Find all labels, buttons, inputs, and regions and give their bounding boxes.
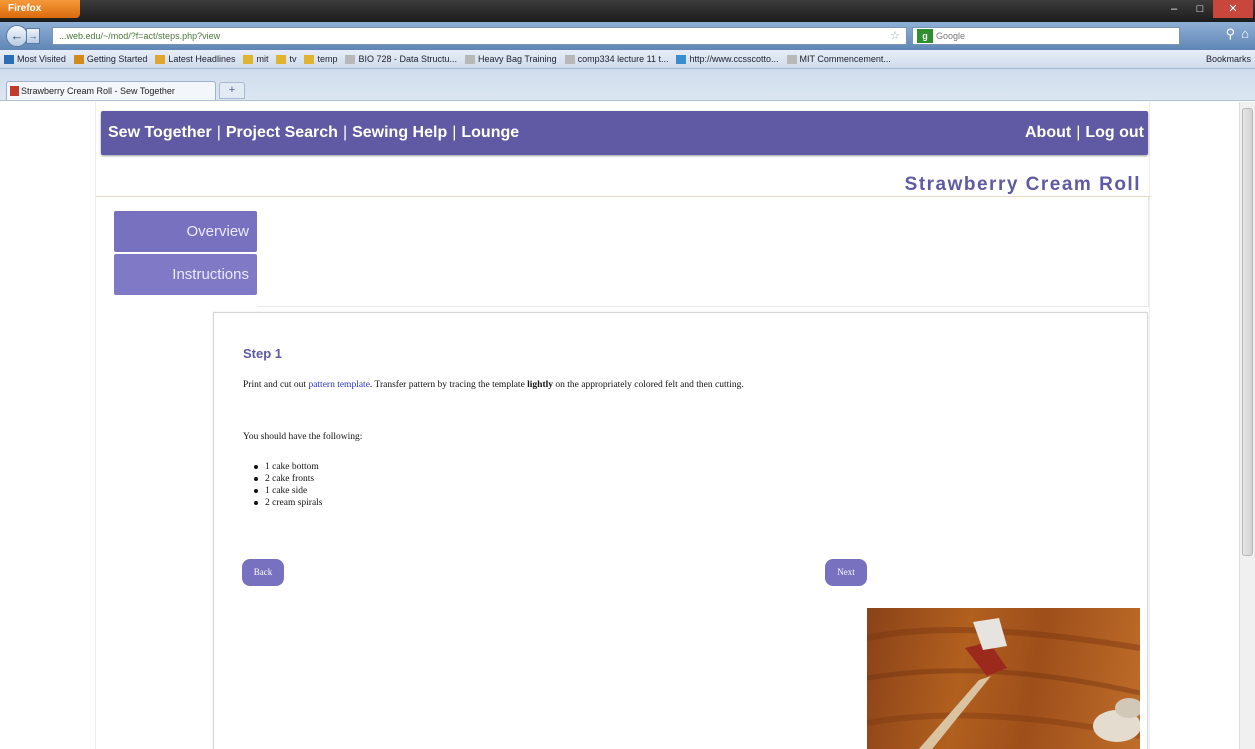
favicon-icon [10, 86, 19, 96]
bookmark-folder-icon [243, 54, 254, 64]
tab-instructions[interactable]: Instructions [114, 254, 257, 295]
side-tabs: Overview Instructions [114, 211, 257, 297]
list-item: 2 cream spirals [252, 497, 323, 509]
window-controls: – □ ✕ [1161, 0, 1253, 18]
list-item: 2 cake fronts [252, 473, 323, 485]
nav-about[interactable]: About [1025, 124, 1071, 141]
bookmark-item[interactable]: Heavy Bag Training [465, 54, 557, 64]
page-scrollbar[interactable] [1239, 102, 1255, 749]
bookmark-folder-icon [155, 54, 166, 64]
close-window-icon[interactable]: ✕ [1213, 0, 1253, 18]
step-instruction-text: Print and cut out pattern template. Tran… [243, 380, 744, 390]
step-photo [867, 608, 1140, 749]
tab-overview[interactable]: Overview [114, 211, 257, 252]
nav-project-search[interactable]: Project Search [226, 124, 338, 141]
bookmark-star-icon[interactable]: ☆ [890, 28, 900, 44]
bookmark-folder-icon [276, 54, 287, 64]
bookmark-item[interactable]: mit [243, 54, 268, 64]
bookmark-folder-icon [304, 54, 315, 64]
url-bar[interactable]: ...web.edu/~/mod/?f=act/steps.php?view ☆ [52, 27, 907, 45]
instructions-panel: Step 1 Print and cut out pattern templat… [213, 312, 1148, 749]
home-icon[interactable]: ⌂ [1241, 26, 1249, 42]
bookmark-folder-icon [4, 54, 14, 64]
bookmark-folder-icon [73, 54, 84, 64]
bookmark-item[interactable]: Latest Headlines [155, 54, 235, 64]
bookmark-folder-icon [786, 54, 797, 64]
firefox-menu-button[interactable]: Firefox [0, 0, 80, 18]
bookmark-folder-icon [564, 54, 575, 64]
list-item: 1 cake side [252, 485, 323, 497]
google-icon: g [917, 29, 933, 43]
bookmark-folder-icon [345, 54, 356, 64]
maximize-icon[interactable]: □ [1187, 0, 1213, 18]
minimize-icon[interactable]: – [1161, 0, 1187, 18]
bookmark-item[interactable]: http://www.ccsscotto... [676, 54, 779, 64]
tab-strip: Strawberry Cream Roll - Sew Together + [0, 69, 1255, 101]
new-tab-button[interactable]: + [219, 82, 245, 99]
back-button[interactable]: Back [242, 559, 284, 586]
nav-sewing-help[interactable]: Sewing Help [352, 124, 447, 141]
bookmarks-menu[interactable]: Bookmarks [1206, 54, 1251, 64]
magnifier-icon[interactable]: ⚲ [1226, 26, 1236, 42]
materials-list: 1 cake bottom 2 cake fronts 1 cake side … [252, 461, 323, 509]
bookmark-item[interactable]: tv [276, 54, 296, 64]
tab-header-panel [257, 197, 1149, 307]
site-top-nav: Sew Together | Project Search | Sewing Help |… [101, 111, 1148, 155]
tab-title: Strawberry Cream Roll - Sew Together [21, 86, 175, 96]
page-viewport: Sew Together | Project Search | Sewing Help |… [0, 102, 1239, 749]
nav-lounge[interactable]: Lounge [461, 124, 519, 141]
pattern-template-link[interactable]: pattern template [308, 380, 369, 390]
back-forward-group: ← → [6, 24, 48, 48]
browser-navigation-bar: ← → ...web.edu/~/mod/?f=act/steps.php?vi… [0, 22, 1255, 50]
browser-tab-active[interactable]: Strawberry Cream Roll - Sew Together [6, 81, 216, 100]
toolbar-icons: ⚲ ⌂ [1226, 26, 1249, 42]
step-title: Step 1 [243, 346, 283, 361]
list-item: 1 cake bottom [252, 461, 323, 473]
scrollbar-thumb[interactable] [1242, 108, 1253, 556]
page-container: Sew Together | Project Search | Sewing Help |… [95, 102, 1151, 749]
bookmark-item[interactable]: Most Visited [4, 54, 66, 64]
bookmark-item[interactable]: comp334 lecture 11 t... [564, 54, 668, 64]
back-arrow-icon[interactable]: ← [6, 25, 28, 47]
nav-left: Sew Together | Project Search | Sewing Help |… [108, 124, 520, 141]
nav-log-out[interactable]: Log out [1085, 124, 1144, 141]
browser-title-bar: Firefox – □ ✕ [0, 0, 1255, 22]
bookmarks-toolbar: Most Visited Getting Started Latest Headli… [0, 50, 1255, 69]
search-placeholder: Google [936, 31, 966, 41]
forward-arrow-icon[interactable]: → [26, 28, 40, 44]
search-input[interactable]: g Google [912, 27, 1180, 45]
url-text: ...web.edu/~/mod/?f=act/steps.php?view [59, 31, 221, 41]
bookmark-item[interactable]: Getting Started [73, 54, 147, 64]
nav-right: About | Log out [1025, 124, 1144, 141]
bookmark-item[interactable]: temp [304, 54, 337, 64]
bookmark-item[interactable]: MIT Commencement... [786, 54, 891, 64]
bookmark-folder-icon [676, 54, 687, 64]
bookmark-folder-icon [465, 54, 476, 64]
nav-sew-together[interactable]: Sew Together [108, 124, 212, 141]
bookmark-item[interactable]: BIO 728 - Data Structu... [345, 54, 457, 64]
project-title: Strawberry Cream Roll [904, 174, 1141, 195]
step-list-intro: You should have the following: [243, 432, 363, 442]
next-button[interactable]: Next [825, 559, 867, 586]
felt-cutting-photo [867, 618, 1140, 749]
